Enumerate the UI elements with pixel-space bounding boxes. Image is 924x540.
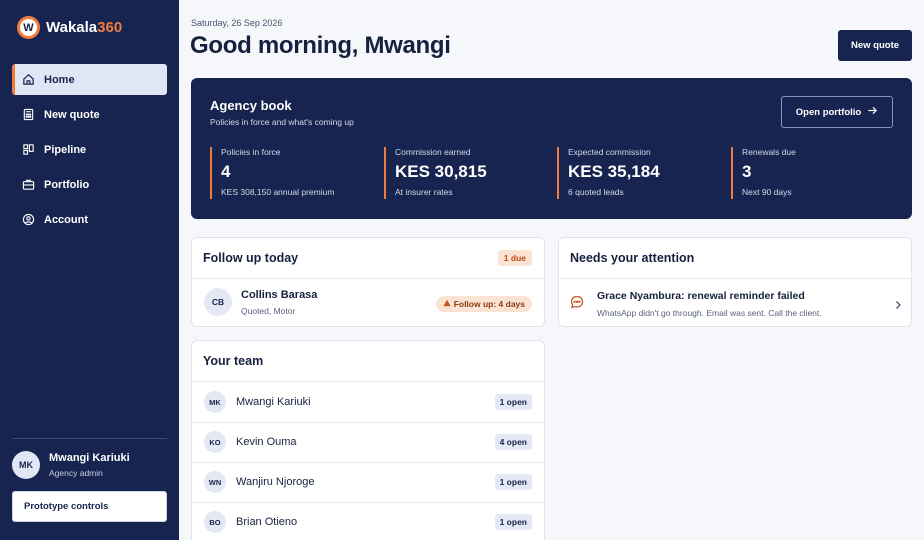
stat-value: 4: [221, 162, 231, 181]
sidebar-item-label: Portfolio: [44, 178, 90, 191]
page-title: Good morning, Mwangi: [190, 32, 451, 59]
open-portfolio-label: Open portfolio: [795, 106, 862, 118]
team-card: Your team MK Mwangi Kariuki 1 open KO Ke…: [191, 340, 545, 540]
stat-note: Next 90 days: [742, 187, 792, 197]
avatar: BO: [204, 511, 226, 533]
stat-expected-commission: Expected commission KES 35,184 6 quoted …: [557, 147, 660, 199]
agency-book-panel: Agency book Policies in force and what's…: [191, 78, 912, 219]
open-portfolio-button[interactable]: Open portfolio: [781, 96, 893, 128]
avatar: MK: [12, 451, 40, 479]
follow-up-title: Follow up today: [203, 251, 299, 265]
stat-label: Renewals due: [742, 147, 796, 157]
brand-name: Wakala360: [46, 19, 122, 36]
stat-label: Expected commission: [568, 147, 651, 157]
prototype-controls-button[interactable]: Prototype controls: [12, 491, 167, 522]
due-count-badge: 1 due: [497, 250, 532, 266]
stat-note: KES 308,150 annual premium: [221, 187, 335, 197]
team-member-name: Brian Otieno: [236, 516, 298, 528]
warning-triangle-icon: [443, 299, 451, 309]
avatar: MK: [204, 391, 226, 413]
sidebar-nav: Home New quote Pipeline Portfolio Accoun…: [12, 64, 167, 239]
stat-value: KES 30,815: [395, 162, 487, 181]
sidebar-item-pipeline[interactable]: Pipeline: [12, 134, 167, 165]
client-meta: Quoted, Motor: [241, 305, 296, 316]
brand-name-accent: 360: [97, 19, 123, 36]
follow-up-status-badge: Follow up: 4 days: [435, 296, 532, 312]
avatar: KO: [204, 431, 226, 453]
sidebar-item-label: New quote: [44, 108, 100, 121]
divider: [192, 278, 544, 279]
open-count-badge: 1 open: [494, 474, 532, 490]
sidebar-item-account[interactable]: Account: [12, 204, 167, 235]
team-member-name: Kevin Ouma: [236, 436, 297, 448]
sidebar-item-label: Home: [44, 73, 75, 86]
team-title: Your team: [203, 354, 264, 368]
agency-book-subtitle: Policies in force and what's coming up: [210, 117, 354, 127]
stat-renewals-due: Renewals due 3 Next 90 days: [731, 147, 796, 199]
team-member-row[interactable]: MK Mwangi Kariuki 1 open: [192, 382, 544, 422]
user-profile[interactable]: MK Mwangi Kariuki Agency admin: [12, 451, 130, 479]
open-count-badge: 1 open: [494, 514, 532, 530]
brand[interactable]: W Wakala360: [17, 16, 122, 39]
avatar: CB: [204, 288, 232, 316]
stat-value: KES 35,184: [568, 162, 660, 181]
stat-commission-earned: Commission earned KES 30,815 At insurer …: [384, 147, 487, 199]
user-name: Mwangi Kariuki: [49, 452, 130, 464]
home-icon: [22, 73, 35, 86]
sidebar-item-label: Pipeline: [44, 143, 87, 156]
user-circle-icon: [22, 213, 35, 226]
new-quote-button[interactable]: New quote: [838, 30, 912, 61]
brand-name-main: Wakala: [46, 19, 98, 36]
arrow-right-icon: [867, 105, 878, 119]
chat-bubble-icon: [570, 295, 584, 309]
attention-card: Needs your attention Grace Nyambura: ren…: [558, 237, 912, 327]
brand-logo-icon: W: [17, 16, 40, 39]
attention-item-title: Grace Nyambura: renewal reminder failed: [597, 290, 805, 302]
stat-policies-in-force: Policies in force 4 KES 308,150 annual p…: [210, 147, 334, 199]
calculator-icon: [22, 108, 35, 121]
attention-item[interactable]: Grace Nyambura: renewal reminder failed …: [570, 288, 903, 318]
stat-value: 3: [742, 162, 752, 181]
briefcase-icon: [22, 178, 35, 191]
team-member-row[interactable]: KO Kevin Ouma 4 open: [192, 422, 544, 462]
agency-book-title: Agency book: [210, 98, 292, 113]
follow-up-card: Follow up today 1 due CB Collins Barasa …: [191, 237, 545, 327]
chevron-right-icon: [893, 297, 903, 309]
sidebar: W Wakala360 Home New quote Pipeline Port…: [0, 0, 179, 540]
divider: [559, 278, 911, 279]
sidebar-item-portfolio[interactable]: Portfolio: [12, 169, 167, 200]
team-member-name: Wanjiru Njoroge: [236, 476, 315, 488]
attention-title: Needs your attention: [570, 251, 695, 265]
open-count-badge: 4 open: [494, 434, 532, 450]
attention-item-description: WhatsApp didn't go through. Email was se…: [597, 308, 822, 318]
stat-label: Commission earned: [395, 147, 471, 157]
sidebar-item-new-quote[interactable]: New quote: [12, 99, 167, 130]
sidebar-item-home[interactable]: Home: [12, 64, 167, 95]
open-count-badge: 1 open: [494, 394, 532, 410]
team-member-row[interactable]: WN Wanjiru Njoroge 1 open: [192, 462, 544, 502]
client-name: Collins Barasa: [241, 288, 318, 301]
avatar: WN: [204, 471, 226, 493]
team-member-row[interactable]: BO Brian Otieno 1 open: [192, 502, 544, 540]
team-member-name: Mwangi Kariuki: [236, 396, 311, 408]
kanban-icon: [22, 143, 35, 156]
current-date: Saturday, 26 Sep 2026: [191, 18, 283, 28]
stat-note: At insurer rates: [395, 187, 453, 197]
stat-note: 6 quoted leads: [568, 187, 624, 197]
sidebar-item-label: Account: [44, 213, 88, 226]
sidebar-divider: [12, 438, 167, 439]
stat-label: Policies in force: [221, 147, 281, 157]
follow-up-status-text: Follow up: 4 days: [453, 299, 525, 309]
user-role: Agency admin: [49, 468, 103, 478]
